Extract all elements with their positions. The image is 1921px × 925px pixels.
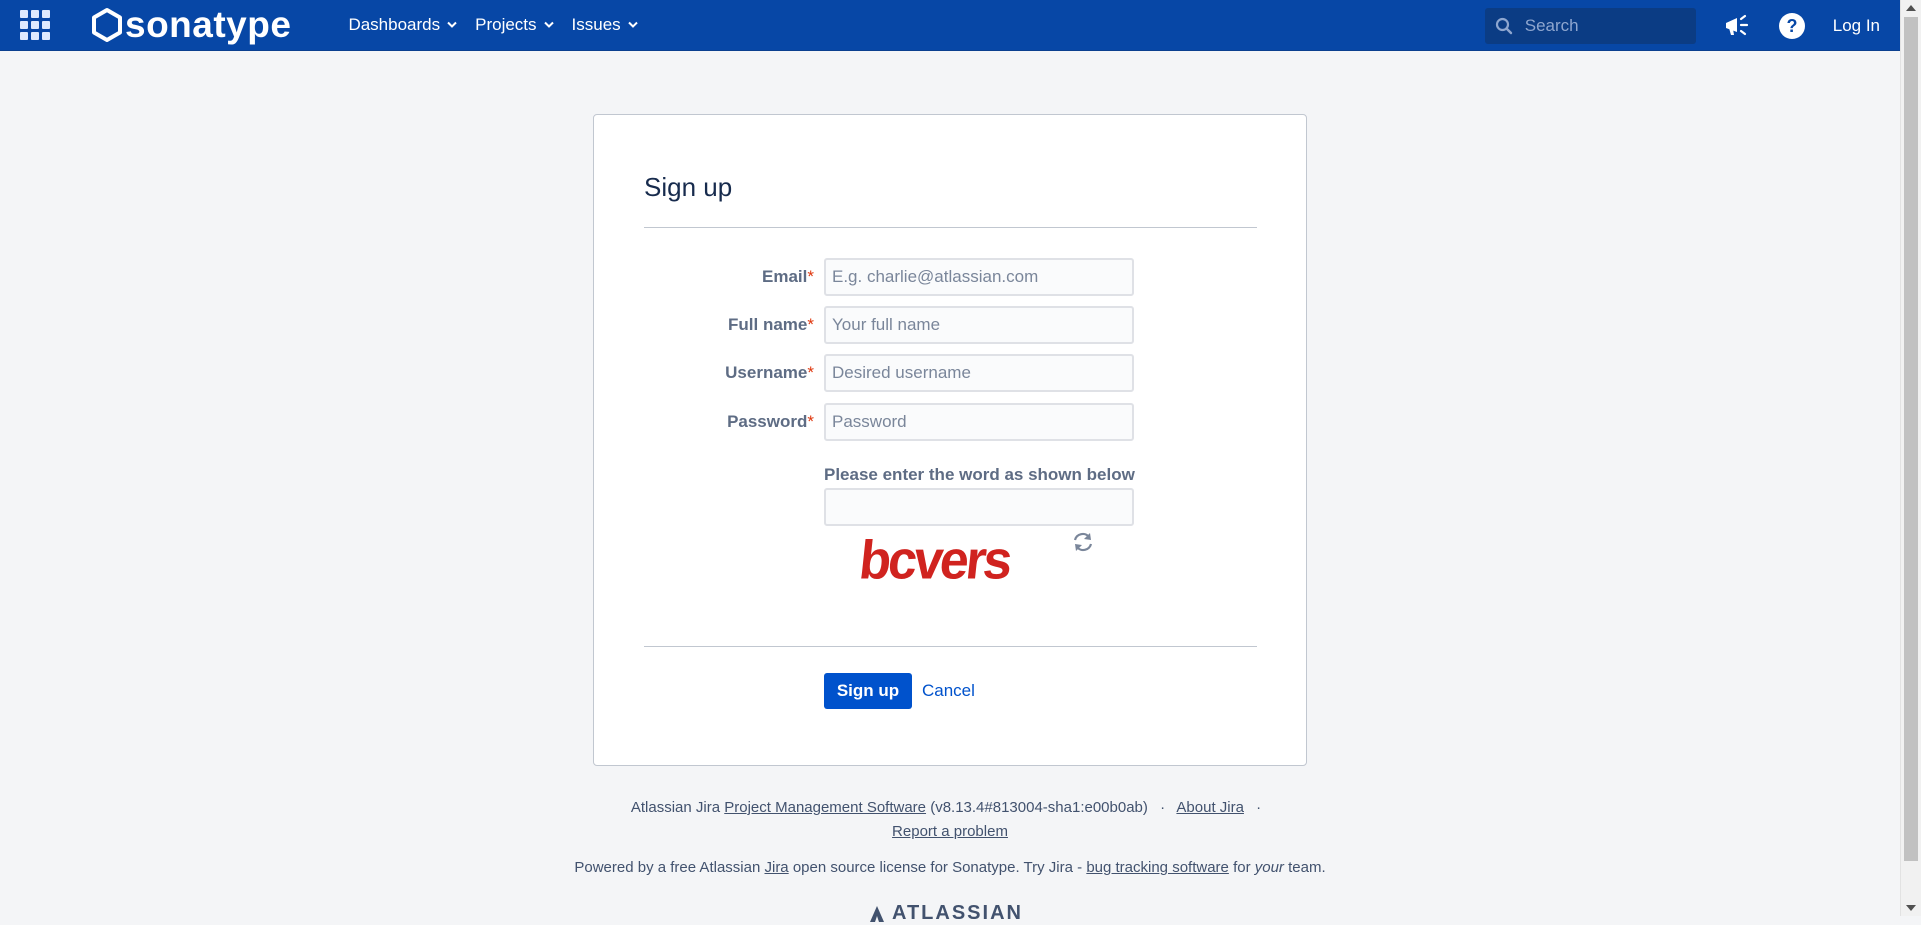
password-label: Password* bbox=[727, 412, 814, 431]
footer-line-1: Atlassian Jira Project Management Softwa… bbox=[0, 799, 1900, 816]
title-divider bbox=[644, 227, 1257, 228]
captcha-word: bcvers bbox=[859, 530, 1014, 588]
nav-issues[interactable]: Issues bbox=[563, 0, 647, 51]
required-marker: * bbox=[807, 363, 814, 382]
sonatype-logo[interactable]: sonatype bbox=[91, 0, 291, 51]
nav-dashboards-label: Dashboards bbox=[348, 15, 441, 34]
megaphone-icon[interactable] bbox=[1720, 8, 1756, 44]
email-row: Email* bbox=[594, 258, 1308, 296]
footer-license-text: open source license for Sonatype. Try Ji… bbox=[792, 859, 1083, 876]
search-box[interactable] bbox=[1484, 7, 1696, 44]
nav-projects[interactable]: Projects bbox=[466, 0, 562, 51]
chevron-down-icon bbox=[627, 21, 638, 29]
logo-wordmark: sonatype bbox=[125, 4, 292, 45]
required-marker: * bbox=[807, 412, 814, 431]
footer-line-3: Powered by a free Atlassian Jira open so… bbox=[0, 859, 1900, 876]
svg-text:?: ? bbox=[1786, 16, 1797, 36]
email-field[interactable] bbox=[824, 258, 1134, 296]
top-navigation-bar: sonatype Dashboards Projects Issues Sear… bbox=[0, 0, 1900, 51]
signup-button[interactable]: Sign up bbox=[824, 673, 912, 709]
help-icon[interactable]: ? bbox=[1774, 8, 1810, 44]
separator-dot: · bbox=[1160, 799, 1166, 816]
header-tools: ? Log In bbox=[1484, 0, 1880, 51]
captcha-image: bcvers bbox=[859, 530, 1014, 588]
atlassian-logo-text: ATLASSIAN bbox=[892, 902, 1023, 924]
report-problem-link[interactable]: Report a problem bbox=[892, 823, 1008, 840]
nav-issues-label: Issues bbox=[571, 15, 621, 34]
nav-dashboards[interactable]: Dashboards bbox=[339, 0, 466, 51]
scrollbar-thumb[interactable] bbox=[1904, 17, 1918, 861]
about-jira-link[interactable]: About Jira bbox=[1176, 799, 1244, 816]
scroll-up-arrow[interactable] bbox=[1906, 5, 1916, 11]
bug-tracking-link[interactable]: bug tracking software bbox=[1086, 859, 1229, 876]
email-label: Email* bbox=[762, 267, 814, 286]
search-input[interactable] bbox=[1522, 14, 1683, 37]
separator-dot: · bbox=[1256, 799, 1262, 816]
chevron-down-icon bbox=[447, 21, 457, 29]
footer-for-text: for bbox=[1233, 859, 1251, 876]
password-row: Password* bbox=[594, 403, 1308, 441]
captcha-field[interactable] bbox=[824, 488, 1134, 526]
footer-line-2: Report a problem bbox=[0, 823, 1900, 840]
cancel-link[interactable]: Cancel bbox=[922, 673, 975, 709]
vertical-scrollbar[interactable] bbox=[1900, 0, 1921, 916]
refresh-icon[interactable] bbox=[1071, 530, 1095, 554]
fullname-field[interactable] bbox=[824, 306, 1134, 344]
scroll-down-arrow[interactable] bbox=[1906, 905, 1916, 911]
username-label: Username* bbox=[725, 363, 814, 382]
buttons-divider bbox=[644, 646, 1257, 647]
hexagon-icon bbox=[92, 8, 122, 42]
footer-jira-text: Atlassian Jira bbox=[630, 799, 721, 816]
username-field[interactable] bbox=[824, 354, 1134, 392]
footer-version: (v8.13.4#813004-sha1:e00b0ab) bbox=[930, 799, 1148, 816]
nav-projects-label: Projects bbox=[475, 15, 537, 34]
project-management-link[interactable]: Project Management Software bbox=[724, 799, 926, 816]
atlassian-mark-icon bbox=[870, 905, 884, 922]
chevron-down-icon bbox=[543, 21, 554, 29]
atlassian-logo[interactable]: ATLASSIAN bbox=[868, 902, 1023, 925]
page-title: Sign up bbox=[644, 172, 733, 202]
login-link[interactable]: Log In bbox=[1833, 16, 1880, 36]
password-field[interactable] bbox=[824, 403, 1134, 441]
captcha-label: Please enter the word as shown below bbox=[824, 465, 1135, 484]
signup-card: Sign up Email* Full name* Username* Pass… bbox=[593, 114, 1307, 766]
footer-team-text: team. bbox=[1288, 859, 1326, 876]
fullname-row: Full name* bbox=[594, 306, 1308, 344]
footer-powered-text: Powered by a free Atlassian bbox=[574, 859, 761, 876]
jira-link[interactable]: Jira bbox=[764, 859, 788, 876]
fullname-label: Full name* bbox=[728, 315, 814, 334]
main-nav: Dashboards Projects Issues bbox=[339, 0, 646, 51]
required-marker: * bbox=[807, 267, 814, 286]
footer-your-text: your bbox=[1254, 859, 1284, 876]
required-marker: * bbox=[807, 315, 814, 334]
search-icon bbox=[1495, 17, 1512, 34]
username-row: Username* bbox=[594, 354, 1308, 392]
app-switcher-icon[interactable] bbox=[19, 9, 51, 41]
